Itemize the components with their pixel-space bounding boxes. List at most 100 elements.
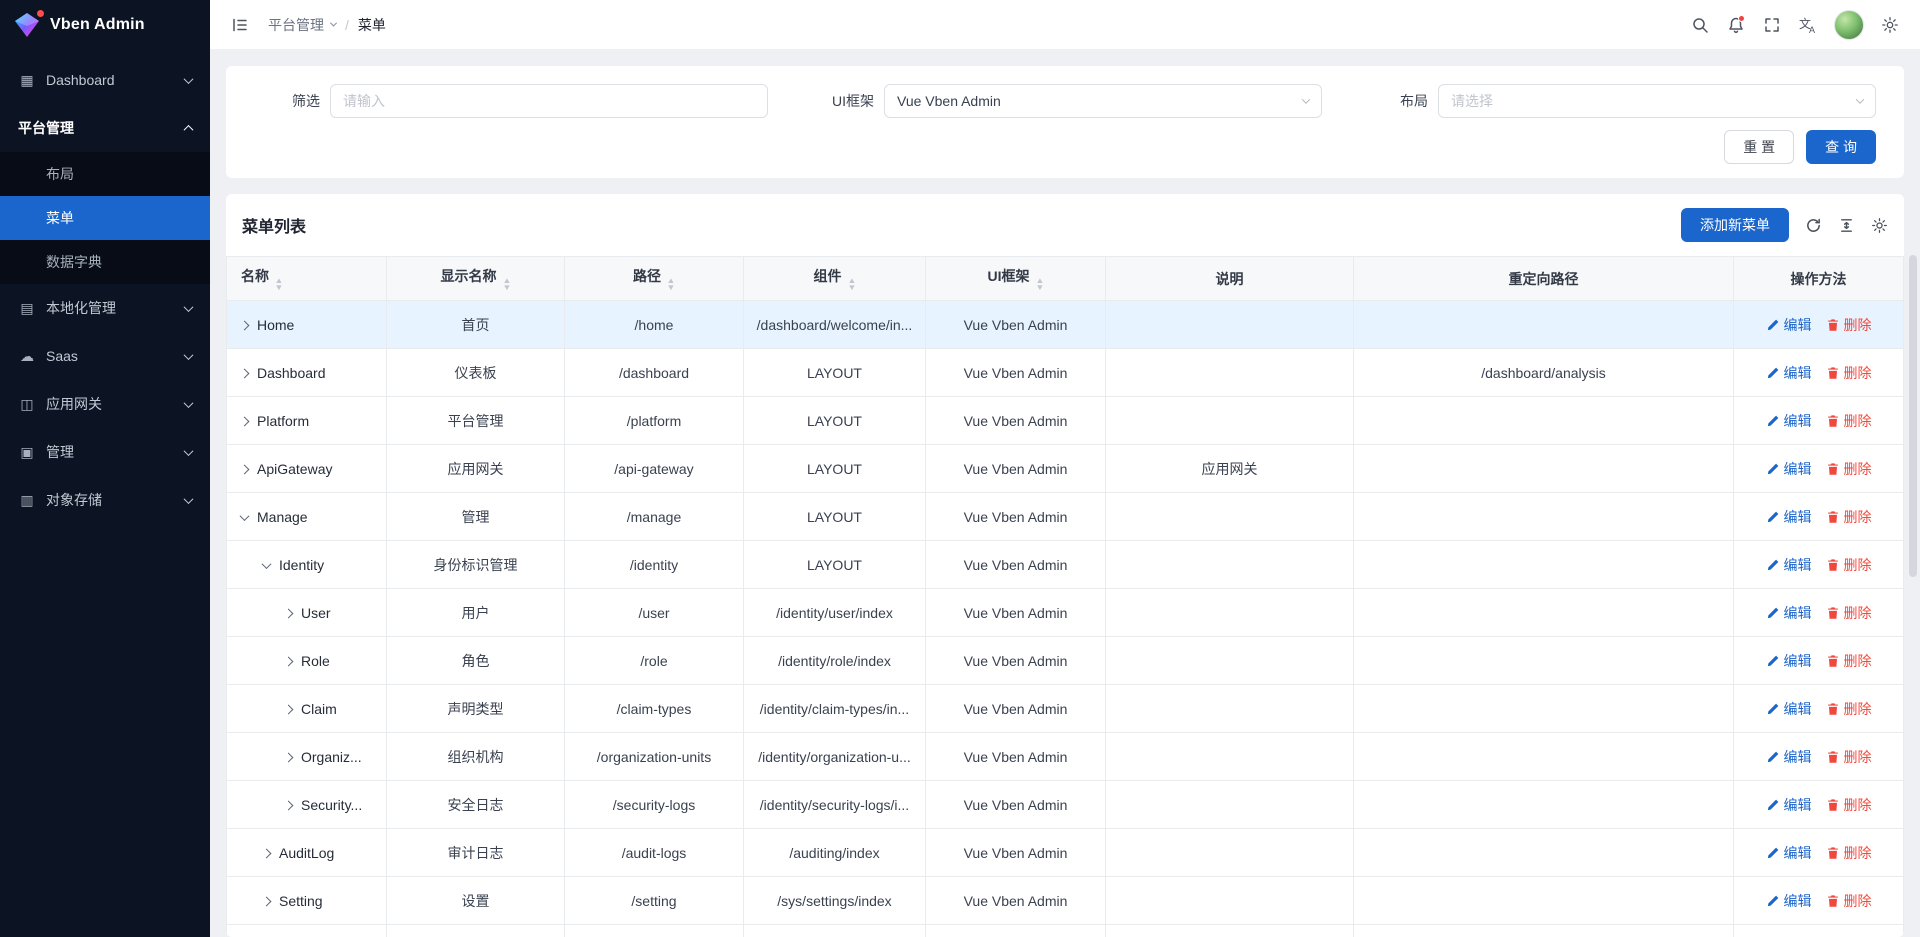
delete-link[interactable]: 删除 [1826,507,1872,527]
sidebar-item-label: 平台管理 [18,118,175,138]
cell-redirect [1354,829,1734,877]
row-expand-icon[interactable] [262,848,272,858]
logo[interactable]: Vben Admin [0,0,210,50]
sort-icon[interactable]: ▲▼ [1036,277,1044,291]
reset-button[interactable]: 重 置 [1724,130,1794,164]
row-expand-icon[interactable] [262,896,272,906]
cell-display-name: 用户 [387,589,565,637]
sidebar-item-dashboard[interactable]: ▦Dashboard [0,56,210,104]
edit-link[interactable]: 编辑 [1766,555,1812,575]
cell-framework: Vue Vben Admin [926,637,1106,685]
svg-text:A: A [1809,25,1815,35]
sidebar-item-layout[interactable]: 布局 [0,152,210,196]
cell-actions: 编辑删除 [1734,589,1904,637]
delete-link[interactable]: 删除 [1826,699,1872,719]
sidebar-item-localization[interactable]: ▤本地化管理 [0,284,210,332]
row-expand-icon[interactable] [240,464,250,474]
add-menu-button[interactable]: 添加新菜单 [1681,208,1789,242]
table-row: Dashboard仪表板/dashboardLAYOUTVue Vben Adm… [227,349,1904,397]
column-header-5[interactable]: UI框架▲▼ [926,257,1106,301]
edit-link[interactable]: 编辑 [1766,843,1812,863]
table-scroll-area[interactable]: 名称▲▼显示名称▲▼路径▲▼组件▲▼UI框架▲▼说明重定向路径操作方法 Home… [226,256,1904,937]
page-scrollbar-thumb[interactable] [1909,255,1917,577]
ui-framework-select[interactable]: Vue Vben Admin [884,84,1322,118]
user-avatar[interactable] [1834,10,1864,40]
sidebar-item-menu[interactable]: 菜单 [0,196,210,240]
breadcrumb-item-platform[interactable]: 平台管理 [268,15,336,35]
filter-input[interactable] [330,84,768,118]
edit-link[interactable]: 编辑 [1766,891,1812,911]
edit-link[interactable]: 编辑 [1766,459,1812,479]
edit-link[interactable]: 编辑 [1766,795,1812,815]
sidebar-item-platform[interactable]: 平台管理 [0,104,210,152]
row-expand-icon[interactable] [240,320,250,330]
row-expand-icon[interactable] [240,416,250,426]
sidebar-item-object-storage[interactable]: ▥对象存储 [0,476,210,524]
sort-icon[interactable]: ▲▼ [667,277,675,291]
edit-pencil-icon [1766,654,1780,668]
column-header-2[interactable]: 显示名称▲▼ [387,257,565,301]
sort-icon[interactable]: ▲▼ [848,277,856,291]
notification-bell-icon[interactable] [1720,9,1752,41]
edit-link[interactable]: 编辑 [1766,651,1812,671]
cell-display-name: 管理 [387,493,565,541]
search-icon[interactable] [1684,9,1716,41]
edit-link[interactable]: 编辑 [1766,315,1812,335]
row-expand-icon[interactable] [240,368,250,378]
cell-description [1106,589,1354,637]
sort-icon[interactable]: ▲▼ [503,277,511,291]
edit-pencil-icon [1766,558,1780,572]
delete-link[interactable]: 删除 [1826,843,1872,863]
delete-link[interactable]: 删除 [1826,459,1872,479]
cell-component: LAYOUT [744,445,926,493]
column-header-4[interactable]: 组件▲▼ [744,257,926,301]
edit-link[interactable]: 编辑 [1766,411,1812,431]
delete-link[interactable]: 删除 [1826,891,1872,911]
cell-name: AuditLog [227,829,387,877]
cell-redirect [1354,541,1734,589]
delete-link[interactable]: 删除 [1826,363,1872,383]
delete-link[interactable]: 删除 [1826,747,1872,767]
edit-link[interactable]: 编辑 [1766,747,1812,767]
row-expand-icon[interactable] [284,656,294,666]
sort-icon[interactable]: ▲▼ [275,277,283,291]
sidebar-item-manage[interactable]: ▣管理 [0,428,210,476]
notification-badge [1738,15,1745,22]
translate-icon[interactable]: 文 A [1792,9,1824,41]
edit-link[interactable]: 编辑 [1766,363,1812,383]
row-height-icon[interactable] [1838,217,1855,234]
cell-component: /identity/role/index [744,637,926,685]
delete-link[interactable]: 删除 [1826,411,1872,431]
sidebar-item-data-dictionary[interactable]: 数据字典 [0,240,210,284]
cell-framework: Vue Vben Admin [926,733,1106,781]
settings-gear-icon[interactable] [1874,9,1906,41]
edit-link[interactable]: 编辑 [1766,699,1812,719]
row-expand-icon[interactable] [262,559,272,569]
table-settings-gear-icon[interactable] [1871,217,1888,234]
layout-select[interactable]: 请选择 [1438,84,1876,118]
edit-pencil-icon [1766,366,1780,380]
edit-link[interactable]: 编辑 [1766,507,1812,527]
refresh-icon[interactable] [1805,217,1822,234]
row-expand-icon[interactable] [284,608,294,618]
row-expand-icon[interactable] [284,704,294,714]
query-button[interactable]: 查 询 [1806,130,1876,164]
sidebar-item-label: 应用网关 [46,394,175,414]
delete-link[interactable]: 删除 [1826,795,1872,815]
delete-link[interactable]: 删除 [1826,555,1872,575]
sidebar-item-app-gateway[interactable]: ◫应用网关 [0,380,210,428]
table-row: Platform平台管理/platformLAYOUTVue Vben Admi… [227,397,1904,445]
table-title: 菜单列表 [242,213,306,237]
sidebar-toggle-icon[interactable] [224,9,256,41]
edit-link[interactable]: 编辑 [1766,603,1812,623]
delete-link[interactable]: 删除 [1826,603,1872,623]
column-header-1[interactable]: 名称▲▼ [227,257,387,301]
row-expand-icon[interactable] [284,800,294,810]
delete-link[interactable]: 删除 [1826,315,1872,335]
row-expand-icon[interactable] [284,752,294,762]
delete-link[interactable]: 删除 [1826,651,1872,671]
row-expand-icon[interactable] [240,511,250,521]
sidebar-item-saas[interactable]: ☁Saas [0,332,210,380]
fullscreen-icon[interactable] [1756,9,1788,41]
column-header-3[interactable]: 路径▲▼ [565,257,744,301]
